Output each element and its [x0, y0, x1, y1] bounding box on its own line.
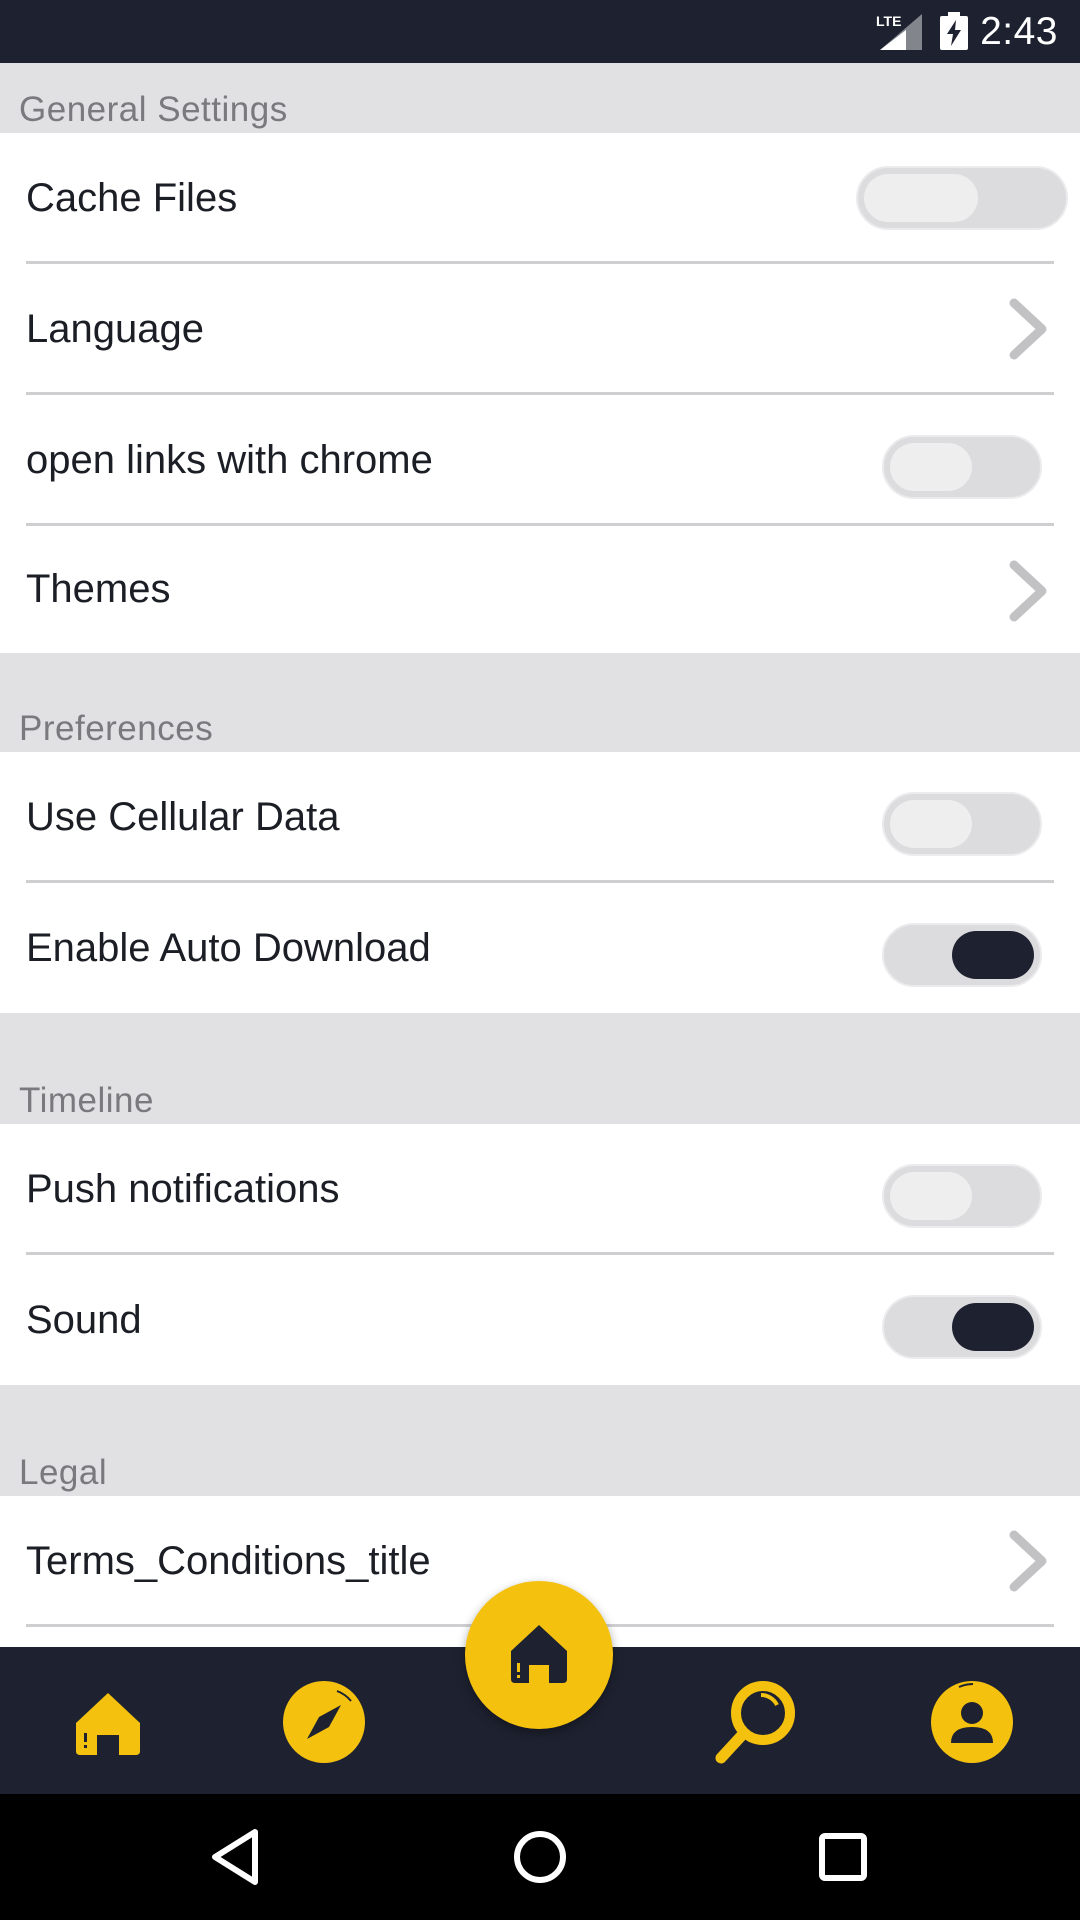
setting-label: Use Cellular Data [26, 795, 340, 839]
setting-label: Cache Files [26, 176, 238, 220]
toggle-knob [890, 1172, 972, 1220]
push-notifications-toggle[interactable] [882, 1164, 1042, 1228]
section-header-general: General Settings [0, 63, 1080, 133]
status-bar: LTE 2:43 [0, 0, 1080, 63]
toggle-knob [864, 174, 978, 222]
home-icon[interactable] [63, 1677, 153, 1767]
status-time: 2:43 [980, 10, 1058, 53]
open-links-toggle[interactable] [882, 435, 1042, 499]
setting-label: Language [26, 307, 204, 351]
search-icon[interactable] [711, 1677, 801, 1767]
setting-label: Enable Auto Download [26, 926, 431, 970]
battery-charging-icon [940, 12, 968, 50]
chevron-right-icon [1009, 560, 1047, 622]
setting-row-open-links[interactable]: open links with chrome [0, 395, 1080, 526]
compass-icon[interactable] [279, 1677, 369, 1767]
profile-icon[interactable] [927, 1677, 1017, 1767]
system-navigation-bar [0, 1794, 1080, 1920]
section-title: Timeline [19, 1081, 154, 1120]
setting-row-cellular[interactable]: Use Cellular Data [0, 752, 1080, 883]
section-title: Preferences [19, 709, 214, 748]
setting-label: open links with chrome [26, 438, 433, 482]
setting-row-auto-download[interactable]: Enable Auto Download [0, 883, 1080, 1013]
back-icon[interactable] [203, 1824, 269, 1890]
section-header-legal: Legal [0, 1385, 1080, 1496]
auto-download-toggle[interactable] [882, 923, 1042, 987]
toggle-knob [890, 443, 972, 491]
chevron-right-icon [1009, 1530, 1047, 1592]
home-circle-icon[interactable] [507, 1824, 573, 1890]
setting-row-push[interactable]: Push notifications [0, 1124, 1080, 1255]
section-header-preferences: Preferences [0, 653, 1080, 752]
setting-row-language[interactable]: Language [0, 264, 1080, 395]
setting-row-cache-files[interactable]: Cache Files [0, 133, 1080, 264]
toggle-knob [952, 1303, 1034, 1351]
cellular-data-toggle[interactable] [882, 792, 1042, 856]
center-home-button[interactable] [465, 1581, 613, 1729]
setting-label: Push notifications [26, 1167, 340, 1211]
section-header-timeline: Timeline [0, 1013, 1080, 1124]
center-home-icon [511, 1625, 567, 1683]
setting-row-sound[interactable]: Sound [0, 1255, 1080, 1385]
section-title: Legal [19, 1453, 108, 1492]
setting-row-themes[interactable]: Themes [0, 526, 1080, 653]
toggle-knob [890, 800, 972, 848]
setting-label: Terms_Conditions_title [26, 1539, 431, 1583]
chevron-right-icon [1009, 298, 1047, 360]
cache-files-toggle[interactable] [856, 166, 1068, 230]
network-label: LTE [876, 13, 901, 29]
setting-label: Themes [26, 567, 171, 611]
toggle-knob [952, 931, 1034, 979]
settings-list[interactable]: General Settings Cache Files Language op… [0, 63, 1080, 1647]
recents-icon[interactable] [810, 1824, 876, 1890]
signal-lte-icon: LTE [876, 13, 922, 50]
setting-label: Sound [26, 1298, 142, 1342]
sound-toggle[interactable] [882, 1295, 1042, 1359]
section-title: General Settings [19, 90, 288, 129]
